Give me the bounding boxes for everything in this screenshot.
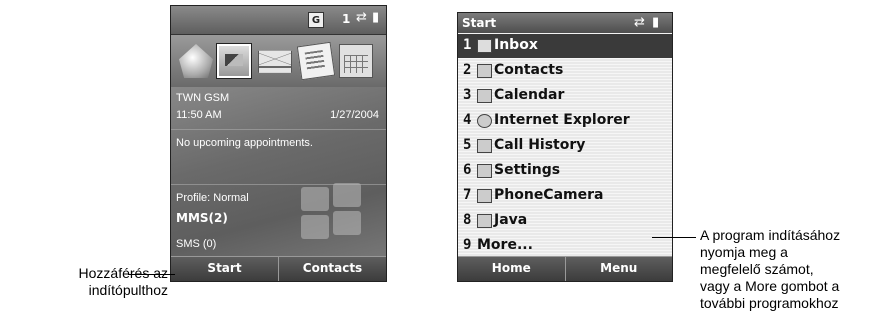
item-number: 3 — [463, 87, 472, 103]
today-screen-phone: G 1 ⇄ ▮ TWN GSM 11:50 AM 1/27/2004 No up… — [170, 5, 387, 282]
line-number: 1 — [342, 12, 351, 26]
gprs-badge: G — [308, 12, 324, 28]
pictures-icon[interactable] — [216, 43, 252, 79]
profile-label[interactable]: Profile: Normal — [176, 192, 249, 204]
item-number: 2 — [463, 62, 472, 78]
contacts-softkey[interactable]: Contacts — [278, 257, 386, 281]
menu-item-phonecamera[interactable]: 7 PhoneCamera — [458, 184, 672, 208]
menu-item-call-history[interactable]: 5 Call History — [458, 134, 672, 158]
appointments-label[interactable]: No upcoming appointments. — [176, 137, 313, 149]
annotation-line: indítópulthoz — [88, 282, 168, 298]
menu-item-calendar[interactable]: 3 Calendar — [458, 84, 672, 108]
annotation-left: Hozzáférés az indítópulthoz — [0, 265, 168, 299]
notes-icon[interactable] — [296, 41, 336, 81]
item-label: Call History — [494, 137, 586, 153]
carrier-label: TWN GSM — [176, 92, 230, 104]
start-menu-phone: Start ⇄ ▮ 1 Inbox 2 Contacts 3 Calendar … — [457, 12, 673, 282]
item-number: 8 — [463, 212, 472, 228]
item-label: Inbox — [494, 37, 538, 53]
item-label: More... — [477, 237, 533, 253]
home-icon[interactable] — [179, 44, 213, 78]
program-list: 1 Inbox 2 Contacts 3 Calendar 4 Internet… — [458, 34, 672, 258]
item-number: 9 — [463, 237, 472, 253]
contacts-icon — [477, 64, 492, 78]
inbox-icon — [477, 39, 492, 53]
menu-softkey[interactable]: Menu — [564, 257, 673, 281]
sms-label[interactable]: SMS (0) — [176, 238, 216, 250]
menu-item-java[interactable]: 8 Java — [458, 209, 672, 233]
item-label: Internet Explorer — [494, 112, 630, 128]
status-bar: G 1 ⇄ ▮ — [171, 6, 386, 35]
item-number: 4 — [463, 112, 472, 128]
annotation-line: A program indításához — [700, 227, 841, 243]
messaging-icon[interactable] — [258, 50, 292, 73]
item-number: 7 — [463, 187, 472, 203]
divider — [171, 129, 386, 130]
item-number: 1 — [463, 37, 472, 53]
item-label: Calendar — [494, 87, 565, 103]
leader-line-right — [652, 237, 696, 238]
home-softkey[interactable]: Home — [458, 257, 565, 281]
leader-line-left — [128, 274, 175, 275]
annotation-line: megfelelő számot, — [700, 261, 814, 277]
connection-icon: ⇄ — [634, 15, 645, 30]
menu-item-contacts[interactable]: 2 Contacts — [458, 59, 672, 83]
windows-logo-watermark — [301, 183, 363, 239]
internet-explorer-icon — [477, 114, 492, 128]
softkey-bar: Start Contacts — [171, 256, 386, 281]
time-label[interactable]: 11:50 AM — [176, 109, 222, 121]
softkey-bar: Home Menu — [458, 256, 672, 281]
signal-icon: ▮ — [652, 15, 660, 30]
item-number: 5 — [463, 137, 472, 153]
calendar-icon — [477, 89, 492, 103]
item-label: PhoneCamera — [494, 187, 604, 203]
mms-label[interactable]: MMS(2) — [176, 211, 228, 225]
menu-item-internet-explorer[interactable]: 4 Internet Explorer — [458, 109, 672, 133]
connection-icon: ⇄ — [356, 10, 367, 25]
start-softkey[interactable]: Start — [171, 257, 278, 281]
settings-icon — [477, 164, 492, 178]
item-label: Java — [494, 212, 528, 228]
menu-item-settings[interactable]: 6 Settings — [458, 159, 672, 183]
item-label: Settings — [494, 162, 561, 178]
annotation-line: további programokhoz — [700, 295, 839, 311]
camera-icon — [477, 189, 492, 203]
date-label[interactable]: 1/27/2004 — [330, 109, 379, 121]
annotation-line: nyomja meg a — [700, 244, 788, 260]
annotation-right: A program indításához nyomja meg a megfe… — [700, 227, 840, 312]
screen-title: Start — [462, 16, 497, 30]
call-history-icon — [477, 139, 492, 153]
menu-item-more[interactable]: 9 More... — [458, 234, 672, 258]
annotation-line: vagy a More gombot a — [700, 278, 840, 294]
signal-icon: ▮ — [372, 10, 380, 25]
item-label: Contacts — [494, 62, 564, 78]
title-bar: Start ⇄ ▮ — [458, 13, 672, 33]
recent-programs-bar — [171, 35, 386, 88]
item-number: 6 — [463, 162, 472, 178]
java-icon — [477, 214, 492, 228]
menu-item-inbox[interactable]: 1 Inbox — [458, 34, 672, 58]
today-body: TWN GSM 11:50 AM 1/27/2004 No upcoming a… — [171, 87, 386, 259]
calendar-icon[interactable] — [339, 44, 373, 78]
